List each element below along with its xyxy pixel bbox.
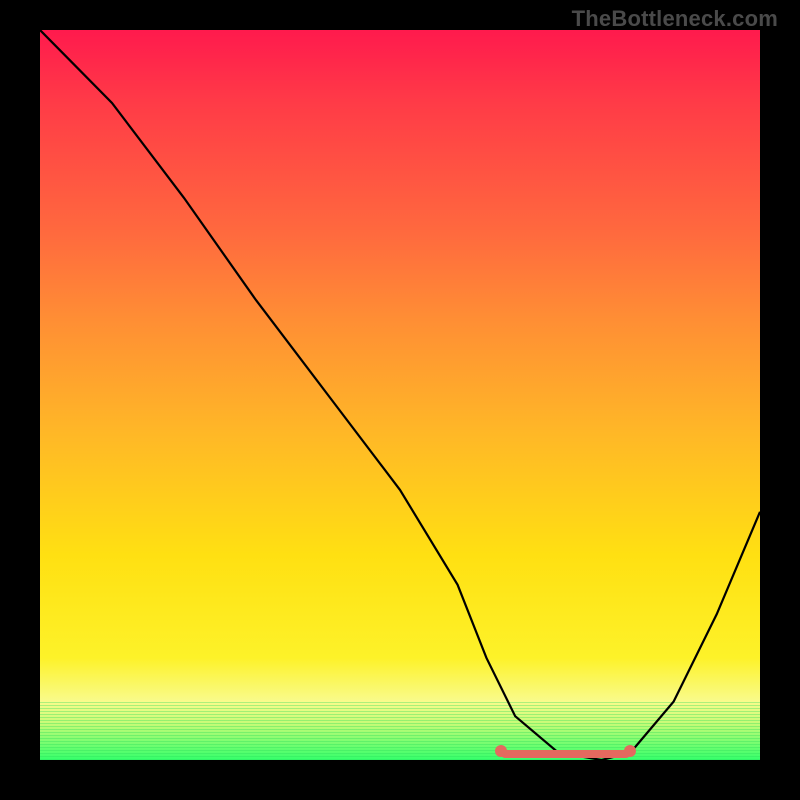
chart-frame: TheBottleneck.com xyxy=(0,0,800,800)
optimal-range-end-dot xyxy=(624,745,636,757)
optimal-range-highlight xyxy=(501,750,631,758)
plot-area xyxy=(40,30,760,760)
watermark-text: TheBottleneck.com xyxy=(572,6,778,32)
bottleneck-curve xyxy=(40,30,760,760)
optimal-range-start-dot xyxy=(495,745,507,757)
